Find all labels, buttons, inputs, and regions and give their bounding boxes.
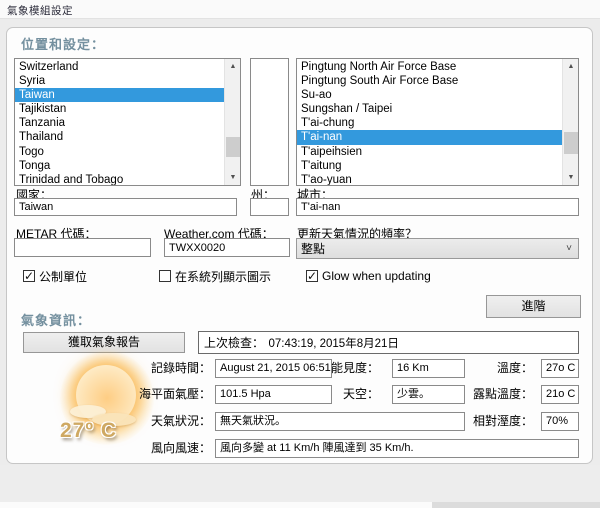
metar-code-input[interactable]: [14, 238, 151, 257]
sea-level-pressure-label: 海平面氣壓：: [138, 387, 211, 401]
relative-humidity-label: 相對溼度：: [472, 414, 533, 428]
list-item[interactable]: T'ao-yuan: [297, 173, 562, 185]
scrollbar-thumb[interactable]: [564, 132, 578, 154]
chevron-down-icon: ˅: [566, 243, 572, 254]
list-item[interactable]: T'ai-chung: [297, 116, 562, 130]
list-item[interactable]: T'aitung: [297, 159, 562, 173]
title-bar: 氣象模組設定: [0, 0, 600, 19]
checkbox-icon[interactable]: [23, 269, 35, 283]
country-list-items: Switzerland Syria Taiwan Tajikistan Tanzania…: [15, 59, 224, 185]
list-item[interactable]: T'ai-nan: [297, 130, 562, 145]
weather-module-window: 氣象模組設定 位置和設定： Switzerland Syria Taiwan Taji…: [0, 0, 600, 508]
list-item[interactable]: Tajikistan: [15, 102, 224, 116]
get-weather-report-button[interactable]: 獲取氣象報告: [23, 332, 185, 353]
country-input[interactable]: [14, 198, 237, 216]
wind-label: 風向風速：: [150, 441, 211, 455]
checkbox-label: Glow when updating: [322, 269, 431, 283]
bottom-strip-light: [0, 502, 432, 508]
city-scrollbar[interactable]: ▲ ▼: [562, 59, 578, 185]
weather-conditions-value: 無天氣狀況。: [215, 412, 465, 431]
sky-label: 天空：: [342, 387, 379, 401]
list-item[interactable]: Pingtung North Air Force Base: [297, 60, 562, 74]
list-item[interactable]: Su-ao: [297, 88, 562, 102]
settings-panel: 位置和設定： Switzerland Syria Taiwan Tajikistan T…: [6, 27, 593, 464]
temperature-value: 27o C: [541, 359, 579, 378]
city-list-items: Pingtung North Air Force Base Pingtung So…: [297, 59, 562, 185]
glow-when-updating-checkbox[interactable]: Glow when updating: [306, 269, 431, 283]
checkbox-icon[interactable]: [306, 269, 318, 283]
state-input[interactable]: [250, 198, 289, 216]
list-item[interactable]: Taiwan: [15, 88, 224, 103]
relative-humidity-value: 70%: [541, 412, 579, 431]
scroll-down-icon[interactable]: ▼: [563, 170, 579, 185]
weather-info-header: 氣象資訊：: [21, 313, 92, 328]
list-item[interactable]: T'aipeihsien: [297, 145, 562, 159]
record-time-label: 記錄時間：: [150, 361, 211, 375]
dew-point-value: 21o C: [541, 385, 579, 404]
list-item[interactable]: Togo: [15, 145, 224, 159]
country-scrollbar[interactable]: ▲ ▼: [224, 59, 240, 185]
temperature-label: 溫度：: [496, 361, 533, 375]
list-item[interactable]: Syria: [15, 74, 224, 88]
list-item[interactable]: Tanzania: [15, 116, 224, 130]
list-item[interactable]: Trinidad and Tobago: [15, 173, 224, 185]
last-check-box: 上次檢查： 07:43:19, 2015年8月21日: [198, 331, 579, 354]
country-listbox[interactable]: Switzerland Syria Taiwan Tajikistan Tanzania…: [14, 58, 241, 186]
dew-point-label: 露點溫度：: [472, 387, 533, 401]
weathercom-code-input[interactable]: [164, 238, 290, 257]
last-check-label: 上次檢查：: [204, 336, 265, 350]
checkbox-label: 在系統列顯示圖示: [175, 269, 272, 284]
state-listbox[interactable]: [250, 58, 289, 186]
sky-value: 少雲。: [392, 385, 465, 404]
scroll-down-icon[interactable]: ▼: [225, 170, 241, 185]
state-list-items: [251, 59, 288, 185]
window-title: 氣象模組設定: [7, 5, 73, 17]
list-item[interactable]: Pingtung South Air Force Base: [297, 74, 562, 88]
scroll-up-icon[interactable]: ▲: [225, 59, 241, 74]
scrollbar-thumb[interactable]: [226, 137, 240, 157]
location-settings-header: 位置和設定：: [21, 37, 106, 52]
scroll-up-icon[interactable]: ▲: [563, 59, 579, 74]
checkbox-icon[interactable]: [159, 270, 171, 282]
advanced-button[interactable]: 進階: [486, 295, 581, 318]
city-listbox[interactable]: Pingtung North Air Force Base Pingtung So…: [296, 58, 579, 186]
checkbox-label: 公制單位: [39, 269, 88, 284]
tray-icon-checkbox[interactable]: 在系統列顯示圖示: [159, 269, 272, 284]
visibility-label: 能見度：: [330, 361, 379, 375]
weather-conditions-label: 天氣狀況：: [150, 414, 211, 428]
visibility-value: 16 Km: [392, 359, 465, 378]
metric-units-checkbox[interactable]: 公制單位: [23, 269, 88, 284]
last-check-value: 07:43:19, 2015年8月21日: [268, 338, 399, 350]
city-input[interactable]: [296, 198, 579, 216]
list-item[interactable]: Switzerland: [15, 60, 224, 74]
list-item[interactable]: Sungshan / Taipei: [297, 102, 562, 116]
dropdown-selected-value: 整點: [301, 242, 326, 256]
list-item[interactable]: Thailand: [15, 130, 224, 144]
bottom-strip-dark: [432, 502, 600, 508]
list-item[interactable]: Tonga: [15, 159, 224, 173]
update-frequency-dropdown[interactable]: 整點 ˅: [296, 238, 579, 259]
wind-value: 風向多變 at 11 Km/h 陣風達到 35 Km/h.: [215, 439, 579, 458]
